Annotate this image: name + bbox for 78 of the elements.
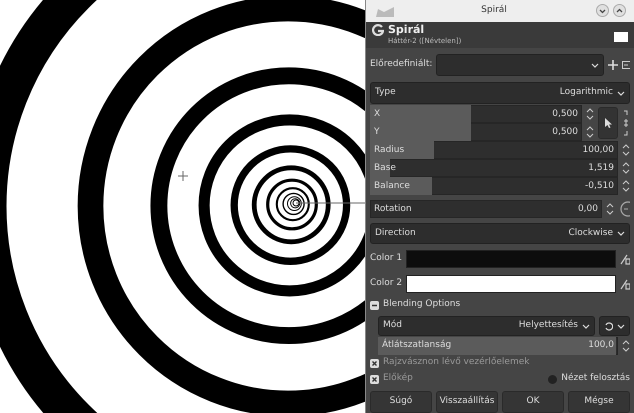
slider-label: Rotation [374,204,412,214]
slider-value: -0,510 [584,180,614,192]
handle-line[interactable] [296,202,365,204]
slider-label: Radius [374,144,404,156]
slider-field[interactable]: Base 1,519 [370,159,618,177]
spin-icon[interactable] [622,143,630,157]
eyedropper-icon[interactable] [620,252,630,264]
combo-value: Clockwise [568,226,613,240]
slider-field[interactable]: X 0,500 [370,105,582,123]
color-label: Color 2 [370,276,402,290]
reset-mode-button[interactable] [599,316,630,336]
window-title: Spirál [480,4,508,17]
pick-point-button[interactable] [598,107,618,139]
dialog-title: Spirál [388,24,426,36]
mode-dropdown[interactable]: Mód Helyettesítés [378,316,595,336]
add-icon[interactable] [608,60,618,70]
dialog-button[interactable]: Visszaállítás [436,391,498,413]
checkbox[interactable] [548,374,558,384]
caret-icon [617,322,625,330]
slider-value: 0,500 [552,108,578,120]
spin-icon[interactable] [606,202,614,216]
caret-icon [617,90,625,96]
presets-label: Előredefiniált: [370,58,432,72]
slider-field[interactable]: Rotation 0,00 [370,200,602,218]
combo-value: Logarithmic [560,86,613,100]
slider-fill[interactable] [370,105,471,123]
caret-icon [617,230,625,237]
dialog-button[interactable]: OK [502,391,564,413]
undo-icon [604,322,613,330]
checkbox-label[interactable]: Nézet felosztás [561,372,630,386]
spin-icon[interactable] [586,107,594,121]
dialog-button[interactable]: Mégse [568,391,630,413]
direction-dropdown[interactable]: Direction Clockwise [370,223,630,244]
slider-value: 100,0 [588,340,614,351]
caret-icon [591,62,599,68]
slider-value: 0,500 [552,126,578,138]
combo-label: Direction [375,226,417,240]
slider-value: 100,00 [582,144,614,156]
type-dropdown[interactable]: Type Logarithmic [370,82,630,104]
spin-icon[interactable] [586,125,594,139]
minimize-button[interactable] [596,4,609,18]
combo-label: Type [375,86,397,100]
layer-preview [614,32,628,42]
combo-value: Helyettesítés [518,319,578,332]
slider-label: Y [374,126,380,138]
slider-label: Balance [374,180,410,192]
gimp-logo-icon [372,24,384,36]
slider-fill[interactable] [370,141,434,159]
checkbox[interactable] [370,374,379,384]
slider-value: 0,00 [578,204,598,214]
checkbox[interactable] [370,358,379,368]
slider-value: 1,519 [588,162,614,174]
slider-field[interactable]: Balance -0,510 [370,177,618,195]
slider-label: Átlátszatlanság [382,340,452,351]
slider-field[interactable]: Y 0,500 [370,123,582,141]
spin-icon[interactable] [622,338,630,352]
spin-icon[interactable] [622,161,630,175]
section-label[interactable]: Blending Options [383,298,460,312]
collapse-icon[interactable] [370,300,379,310]
color-swatch[interactable] [406,274,616,292]
slider-field[interactable]: Radius 100,00 [370,141,618,159]
crosshair-icon [178,170,188,182]
maximize-button[interactable] [613,4,626,18]
pointer-icon [604,118,612,128]
chain-icon[interactable] [622,110,630,136]
slider-label: Base [374,162,396,174]
dialog-button[interactable]: Súgó [370,391,432,413]
slider-fill[interactable] [370,177,432,195]
color-swatch[interactable] [406,250,616,268]
spin-icon[interactable] [622,179,630,193]
color-label: Color 1 [370,252,402,265]
caret-icon [582,322,590,330]
eyedropper-icon[interactable] [620,278,630,290]
dial-icon[interactable] [618,201,630,217]
slider-label: X [374,108,380,120]
opacity-slider[interactable]: Átlátszatlanság 100,0 [378,336,618,354]
combo-label: Mód [383,319,403,332]
manage-icon[interactable] [622,60,630,70]
